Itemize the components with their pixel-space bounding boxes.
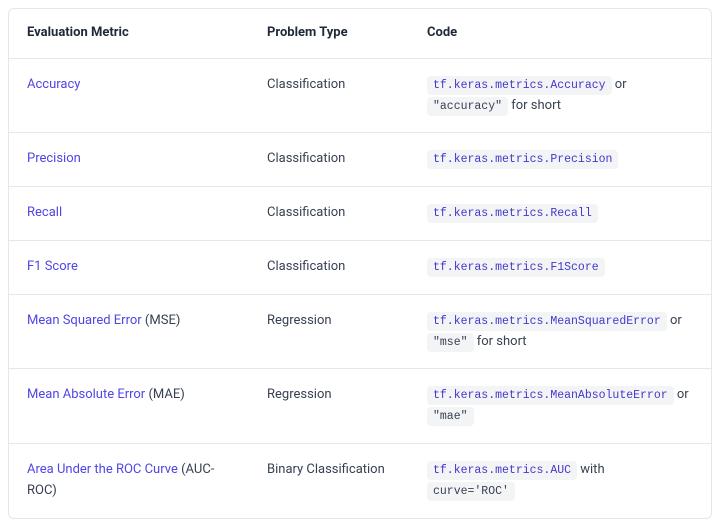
code-cell: tf.keras.metrics.MeanSquaredError or "ms… bbox=[409, 295, 711, 369]
metric-suffix: (MSE) bbox=[142, 313, 181, 328]
table-row: Precision Classification tf.keras.metric… bbox=[9, 132, 711, 186]
code-chip: "accuracy" bbox=[427, 97, 508, 116]
type-cell: Classification bbox=[249, 133, 409, 186]
code-chip: tf.keras.metrics.Recall bbox=[427, 204, 598, 223]
code-chip: tf.keras.metrics.Accuracy bbox=[427, 76, 612, 95]
code-chip: tf.keras.metrics.MeanSquaredError bbox=[427, 312, 667, 331]
type-cell: Classification bbox=[249, 241, 409, 294]
table-row: Accuracy Classification tf.keras.metrics… bbox=[9, 58, 711, 133]
code-suffix: for short bbox=[474, 334, 527, 349]
table-row: Recall Classification tf.keras.metrics.R… bbox=[9, 186, 711, 240]
type-cell: Regression bbox=[249, 369, 409, 443]
metric-link[interactable]: Mean Absolute Error bbox=[27, 387, 145, 402]
metric-cell: F1 Score bbox=[9, 241, 249, 294]
code-cell: tf.keras.metrics.Recall bbox=[409, 187, 711, 240]
type-cell: Classification bbox=[249, 59, 409, 133]
metrics-table: Evaluation Metric Problem Type Code Accu… bbox=[8, 8, 712, 519]
table-row: F1 Score Classification tf.keras.metrics… bbox=[9, 240, 711, 294]
code-cell: tf.keras.metrics.Accuracy or "accuracy" … bbox=[409, 59, 711, 133]
metric-link[interactable]: Recall bbox=[27, 205, 62, 220]
code-joiner: or bbox=[674, 387, 689, 402]
type-cell: Regression bbox=[249, 295, 409, 369]
table-row: Mean Squared Error (MSE) Regression tf.k… bbox=[9, 294, 711, 369]
code-chip: curve='ROC' bbox=[427, 482, 515, 501]
code-suffix: for short bbox=[508, 98, 561, 113]
table-row: Area Under the ROC Curve (AUC-ROC) Binar… bbox=[9, 443, 711, 518]
code-chip: "mse" bbox=[427, 333, 474, 352]
metric-cell: Accuracy bbox=[9, 59, 249, 133]
metric-cell: Recall bbox=[9, 187, 249, 240]
metric-cell: Mean Squared Error (MSE) bbox=[9, 295, 249, 369]
code-joiner: or bbox=[667, 313, 682, 328]
type-cell: Binary Classification bbox=[249, 444, 409, 518]
col-header-type: Problem Type bbox=[249, 9, 409, 58]
code-cell: tf.keras.metrics.AUC with curve='ROC' bbox=[409, 444, 711, 518]
code-chip: tf.keras.metrics.F1Score bbox=[427, 258, 605, 277]
metric-cell: Mean Absolute Error (MAE) bbox=[9, 369, 249, 443]
code-joiner: or bbox=[612, 77, 627, 92]
metric-suffix: (MAE) bbox=[145, 387, 185, 402]
code-cell: tf.keras.metrics.F1Score bbox=[409, 241, 711, 294]
code-cell: tf.keras.metrics.MeanAbsoluteError or "m… bbox=[409, 369, 711, 443]
metric-link[interactable]: F1 Score bbox=[27, 259, 78, 274]
metric-link[interactable]: Area Under the ROC Curve bbox=[27, 462, 178, 477]
metric-link[interactable]: Accuracy bbox=[27, 77, 80, 92]
type-cell: Classification bbox=[249, 187, 409, 240]
code-cell: tf.keras.metrics.Precision bbox=[409, 133, 711, 186]
code-chip: tf.keras.metrics.AUC bbox=[427, 461, 577, 480]
code-chip: tf.keras.metrics.MeanAbsoluteError bbox=[427, 386, 674, 405]
code-chip: tf.keras.metrics.Precision bbox=[427, 150, 618, 169]
table-row: Mean Absolute Error (MAE) Regression tf.… bbox=[9, 368, 711, 443]
table-header-row: Evaluation Metric Problem Type Code bbox=[9, 9, 711, 58]
code-chip: "mae" bbox=[427, 407, 474, 426]
col-header-metric: Evaluation Metric bbox=[9, 9, 249, 58]
metric-link[interactable]: Precision bbox=[27, 151, 81, 166]
col-header-code: Code bbox=[409, 9, 711, 58]
metric-cell: Precision bbox=[9, 133, 249, 186]
code-joiner: with bbox=[577, 462, 605, 477]
metric-link[interactable]: Mean Squared Error bbox=[27, 313, 142, 328]
metric-cell: Area Under the ROC Curve (AUC-ROC) bbox=[9, 444, 249, 518]
